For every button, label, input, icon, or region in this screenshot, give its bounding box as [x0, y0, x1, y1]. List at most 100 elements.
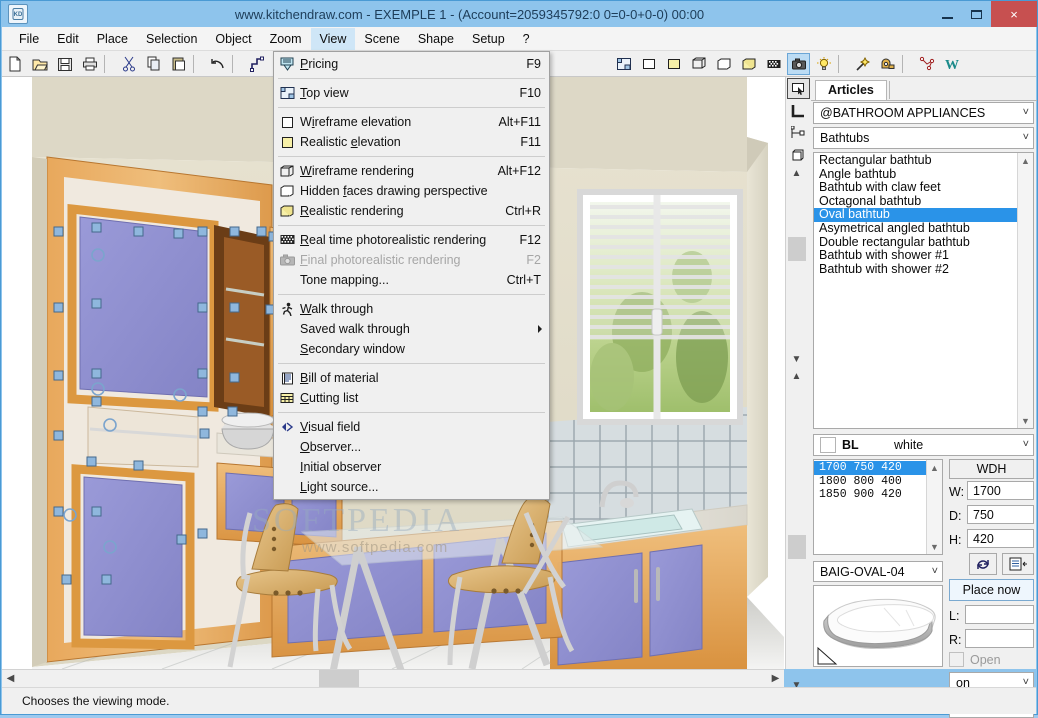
menu-place[interactable]: Place	[88, 28, 137, 50]
dimension-row[interactable]: 1800 800 400	[814, 475, 926, 489]
hscroll-thumb[interactable]	[319, 670, 359, 687]
scroll-left-icon[interactable]: ◀	[2, 670, 19, 687]
scroll-down-icon[interactable]: ▼	[927, 539, 942, 554]
list-item[interactable]: Asymetrical angled bathtub	[814, 221, 1017, 236]
viewport-horizontal-scrollbar[interactable]: ◀ ▶	[2, 669, 784, 687]
menu-shape[interactable]: Shape	[409, 28, 463, 50]
polyline-button[interactable]	[915, 53, 938, 75]
menuitem-saved-walk-through[interactable]: Saved walk through	[274, 319, 549, 339]
menuitem-observer[interactable]: Observer...	[274, 437, 549, 457]
menu-selection[interactable]: Selection	[137, 28, 206, 50]
object-tool-icon[interactable]	[787, 144, 810, 165]
reference-dropdown[interactable]: BAIG-OVAL-04 ˅	[813, 561, 943, 582]
dimension-list-scrollbar[interactable]: ▲ ▼	[926, 460, 942, 554]
scroll-thumb-2[interactable]	[788, 535, 806, 559]
menu-view[interactable]: View	[310, 27, 356, 50]
tab-articles[interactable]: Articles	[815, 80, 887, 100]
menuitem-wireframe-rendering[interactable]: Wireframe rendering Alt+F12	[274, 161, 549, 181]
scroll-up-icon[interactable]: ▲	[927, 460, 942, 475]
copy-button[interactable]	[142, 53, 165, 75]
menuitem-pricing[interactable]: Pricing F9	[274, 54, 549, 74]
cut-button[interactable]	[117, 53, 140, 75]
realistic-elevation-button[interactable]	[662, 53, 685, 75]
list-item-selected[interactable]: Oval bathtub	[814, 208, 1017, 222]
scroll-thumb[interactable]	[788, 237, 806, 261]
menu-file[interactable]: File	[10, 28, 48, 50]
menuitem-wireframe-elevation[interactable]: Wireframe elevation Alt+F11	[274, 112, 549, 132]
minimize-button[interactable]	[933, 1, 962, 27]
list-item[interactable]: Bathtub with shower #1	[814, 249, 1017, 263]
menuitem-light-source[interactable]: Light source...	[274, 477, 549, 497]
refresh-button[interactable]	[969, 553, 997, 575]
hidden-faces-button[interactable]	[712, 53, 735, 75]
maximize-button[interactable]	[962, 1, 991, 27]
menu-help[interactable]: ?	[514, 28, 539, 50]
menuitem-initial-observer[interactable]: Initial observer	[274, 457, 549, 477]
category-dropdown[interactable]: Bathtubs ˅	[813, 127, 1034, 149]
wdh-header-button[interactable]: WDH	[949, 459, 1034, 479]
left-field[interactable]	[965, 605, 1034, 624]
scroll-up-icon[interactable]: ▲	[1018, 153, 1033, 168]
open-folder-button[interactable]	[28, 53, 51, 75]
measure-tape-button[interactable]	[876, 53, 899, 75]
view-dropdown-menu[interactable]: Pricing F9 Top view F10 Wireframe elevat…	[273, 51, 550, 500]
menuitem-hidden-faces[interactable]: Hidden faces drawing perspective	[274, 181, 549, 201]
properties-button[interactable]	[1002, 553, 1034, 575]
wall-tool-icon[interactable]	[787, 100, 810, 121]
undo-button[interactable]	[206, 53, 229, 75]
menuitem-visual-field[interactable]: Visual field	[274, 417, 549, 437]
wireframe-elevation-button[interactable]	[637, 53, 660, 75]
right-field[interactable]	[965, 629, 1034, 648]
menuitem-top-view[interactable]: Top view F10	[274, 83, 549, 103]
list-item[interactable]: Octagonal bathtub	[814, 194, 1017, 209]
finish-dropdown[interactable]: BL white ˅	[813, 434, 1034, 456]
menuitem-walk-through[interactable]: Walk through	[274, 299, 549, 319]
wireframe-rendering-button[interactable]	[687, 53, 710, 75]
article-listbox[interactable]: Rectangular bathtub Angle bathtub Bathtu…	[813, 152, 1034, 429]
menuitem-bill-of-material[interactable]: Bill of material	[274, 368, 549, 388]
list-item[interactable]: Bathtub with claw feet	[814, 181, 1017, 195]
light-bulb-button[interactable]	[812, 53, 835, 75]
wall-tool-button[interactable]	[245, 53, 268, 75]
open-checkbox[interactable]: Open	[949, 652, 1001, 667]
realistic-rendering-button[interactable]	[737, 53, 760, 75]
article-list-scrollbar[interactable]: ▲ ▼	[1017, 153, 1033, 428]
dimension-listbox[interactable]: 1700 750 420 1800 800 400 1850 900 420 ▲…	[813, 459, 943, 555]
menuitem-realistic-elevation[interactable]: Realistic elevation F11	[274, 132, 549, 152]
menuitem-cutting-list[interactable]: Cutting list	[274, 388, 549, 408]
menu-edit[interactable]: Edit	[48, 28, 88, 50]
list-item[interactable]: Angle bathtub	[814, 167, 1017, 182]
scroll-right-icon[interactable]: ▶	[767, 670, 784, 687]
panel-scrollbar[interactable]: ▲ ▼ ▲ ▼	[788, 165, 808, 691]
realtime-photorealistic-button[interactable]	[762, 53, 785, 75]
paste-button[interactable]	[167, 53, 190, 75]
list-item[interactable]: Rectangular bathtub	[814, 153, 1017, 168]
list-item[interactable]: Bathtub with shower #2	[814, 262, 1017, 277]
scroll-down-icon[interactable]: ▼	[1018, 413, 1033, 428]
select-tool-icon[interactable]	[787, 78, 810, 99]
scroll-up-icon[interactable]: ▲	[788, 165, 805, 182]
menuitem-realistic-rendering[interactable]: Realistic rendering Ctrl+R	[274, 201, 549, 221]
list-item[interactable]: Double rectangular bathtub	[814, 235, 1017, 250]
dimension-tool-icon[interactable]	[787, 122, 810, 143]
place-now-button[interactable]: Place now	[949, 579, 1034, 601]
dimension-row[interactable]: 1850 900 420	[814, 488, 926, 502]
new-document-button[interactable]	[3, 53, 26, 75]
scroll-down-icon[interactable]: ▼	[788, 351, 805, 368]
menuitem-secondary-window[interactable]: Secondary window	[274, 339, 549, 359]
menu-object[interactable]: Object	[206, 28, 260, 50]
scroll-up-icon-2[interactable]: ▲	[788, 368, 805, 385]
menu-scene[interactable]: Scene	[355, 28, 408, 50]
depth-field[interactable]: 750	[967, 505, 1034, 524]
menuitem-tone-mapping[interactable]: Tone mapping... Ctrl+T	[274, 270, 549, 290]
height-field[interactable]: 420	[967, 529, 1034, 548]
dimension-row-selected[interactable]: 1700 750 420	[814, 461, 926, 475]
menu-zoom[interactable]: Zoom	[261, 28, 311, 50]
width-field[interactable]: 1700	[967, 481, 1034, 500]
top-view-button[interactable]	[612, 53, 635, 75]
save-button[interactable]	[53, 53, 76, 75]
menu-setup[interactable]: Setup	[463, 28, 514, 50]
magic-wand-button[interactable]	[851, 53, 874, 75]
close-button[interactable]: ×	[991, 1, 1037, 27]
catalog-dropdown[interactable]: @BATHROOM APPLIANCES ˅	[813, 102, 1034, 124]
